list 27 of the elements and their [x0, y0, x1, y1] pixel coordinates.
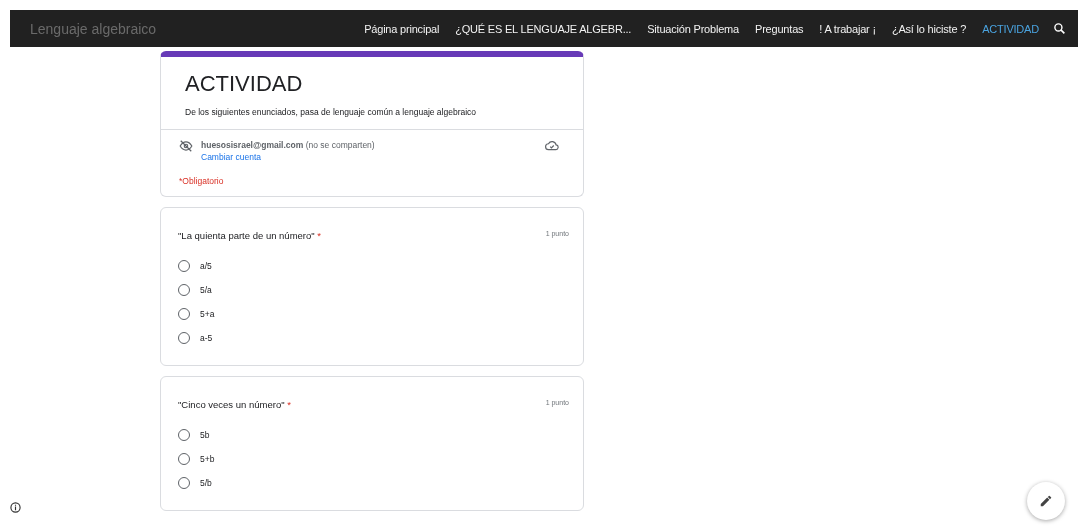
nav-link[interactable]: ¿QUÉ ES EL LENGUAJE ALGEBR... [455, 22, 632, 35]
radio-option[interactable]: 5/a [178, 283, 569, 297]
search-icon[interactable] [1053, 22, 1066, 35]
required-note: *Obligatorio [179, 176, 225, 186]
switch-account-link[interactable]: Cambiar cuenta [201, 152, 537, 162]
edit-button[interactable] [1027, 482, 1065, 520]
pencil-icon [1039, 494, 1053, 508]
cloud-check-icon [545, 140, 559, 151]
radio-option[interactable]: 5b [178, 428, 569, 442]
nav-link[interactable]: ! A trabajar ¡ [819, 22, 876, 35]
nav-link[interactable]: ACTIVIDAD [982, 22, 1039, 35]
eye-slash-icon [179, 140, 193, 152]
radio-option[interactable]: 5+a [178, 307, 569, 321]
question-text: "Cinco veces un número" * [178, 399, 291, 410]
form-description: De los siguientes enunciados, pasa de lenguaje común a lenguaje algebraico [185, 107, 477, 117]
radio-option[interactable]: 5+b [178, 452, 569, 466]
form-title: ACTIVIDAD [185, 70, 303, 97]
radio-option[interactable]: a-5 [178, 331, 569, 345]
info-icon[interactable] [10, 502, 21, 513]
nav-link[interactable]: Situación Problema [647, 22, 739, 35]
nav-link[interactable]: Preguntas [755, 22, 804, 35]
nav-link[interactable]: ¿Así lo hiciste ? [891, 22, 967, 35]
radio-option[interactable]: 5/b [178, 476, 569, 490]
question-text: "La quienta parte de un número" * [178, 230, 322, 241]
account-email: huesosisrael@gmail.com (no se comparten) [201, 140, 376, 150]
nav-link[interactable]: Página principal [364, 22, 440, 35]
radio-option[interactable]: a/5 [178, 259, 569, 273]
